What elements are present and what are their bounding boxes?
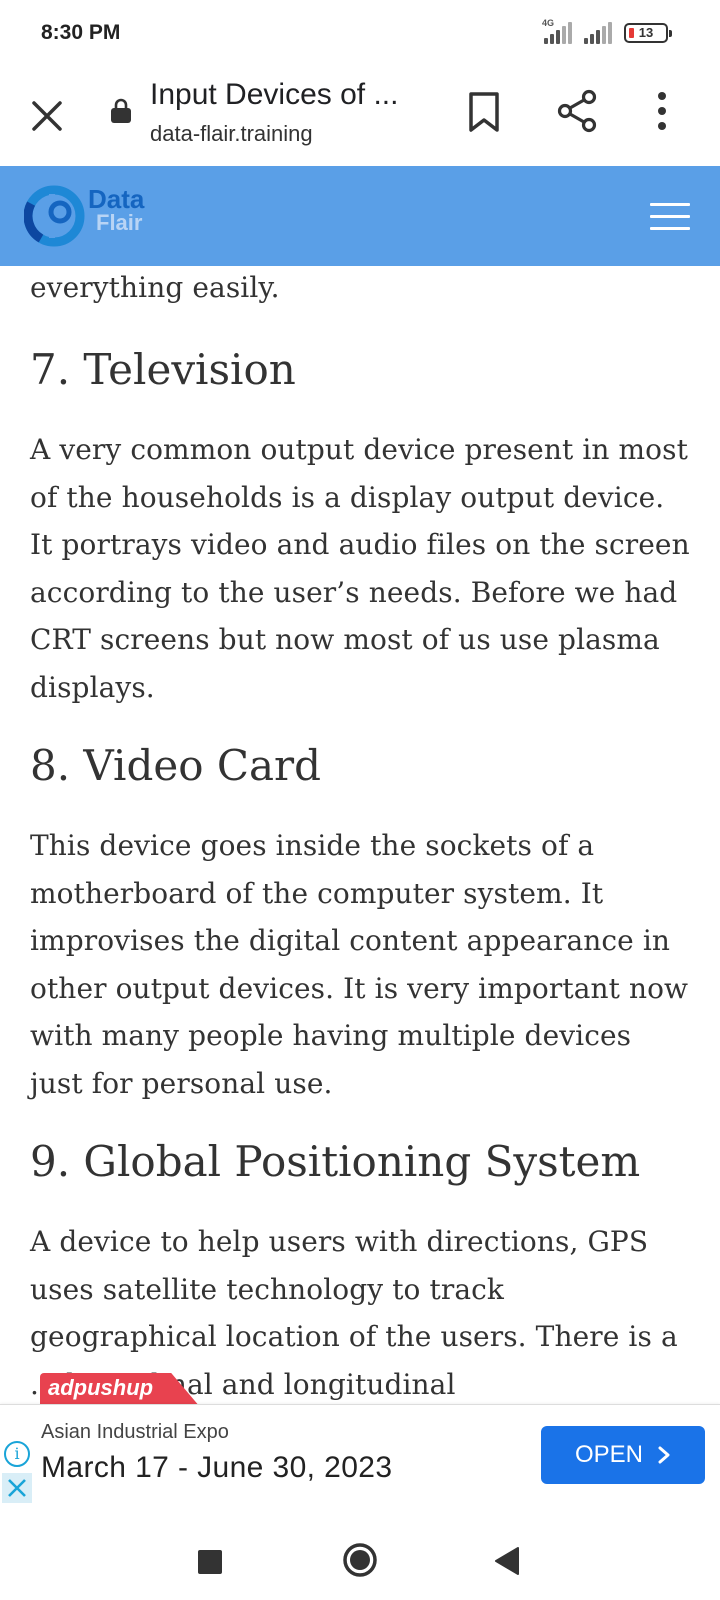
- article-paragraph: everything easily.: [30, 271, 280, 304]
- bookmark-icon[interactable]: [466, 90, 502, 134]
- site-header: Data Flair: [0, 166, 720, 266]
- status-icons: 4G 13: [540, 18, 672, 44]
- battery-level: 13: [638, 25, 654, 40]
- home-icon[interactable]: [342, 1542, 378, 1578]
- ad-open-button[interactable]: OPEN: [541, 1426, 705, 1484]
- ad-info-icon[interactable]: i: [4, 1441, 30, 1467]
- share-icon[interactable]: [555, 88, 601, 134]
- ad-close-icon[interactable]: [2, 1473, 32, 1503]
- ad-network-label: adpushup: [48, 1375, 154, 1400]
- article-paragraph: This device goes inside the sockets of a…: [30, 829, 689, 1100]
- recents-icon[interactable]: [198, 1550, 222, 1574]
- logo-mark-icon: [24, 185, 85, 247]
- chevron-right-icon: [658, 1446, 670, 1464]
- section-heading: 9. Global Positioning System: [30, 1137, 641, 1186]
- network-type-label: 4G: [542, 18, 555, 28]
- page-title: Input Devices of ...: [150, 78, 399, 111]
- system-nav-bar: [0, 1504, 720, 1600]
- signal-icon: 4G: [540, 18, 572, 44]
- page-url[interactable]: data-flair.training: [150, 121, 313, 147]
- section-heading: 8. Video Card: [30, 741, 321, 790]
- signal-icon: [582, 22, 614, 44]
- logo-text-flair: Flair: [96, 210, 143, 235]
- status-bar: 8:30 PM 4G 13: [0, 0, 720, 68]
- ad-banner[interactable]: i Asian Industrial Expo March 17 - June …: [0, 1404, 720, 1504]
- close-icon[interactable]: [24, 93, 70, 139]
- section-heading: 7. Television: [30, 345, 296, 394]
- ad-advertiser: Asian Industrial Expo: [41, 1421, 229, 1443]
- ad-open-label: OPEN: [574, 1441, 643, 1468]
- ad-headline: March 17 - June 30, 2023: [41, 1451, 393, 1484]
- browser-toolbar: Input Devices of ... data-flair.training: [0, 68, 720, 166]
- menu-icon[interactable]: [650, 203, 690, 231]
- battery-icon: 13: [624, 23, 672, 43]
- article-paragraph: A very common output device present in m…: [30, 433, 690, 704]
- back-icon[interactable]: [494, 1546, 520, 1576]
- lock-icon[interactable]: [110, 98, 132, 124]
- status-time: 8:30 PM: [41, 21, 121, 44]
- more-vert-icon[interactable]: [650, 88, 674, 134]
- article-content: everything easily. 7. Television A very …: [30, 266, 690, 1401]
- site-logo[interactable]: Data Flair: [24, 182, 164, 252]
